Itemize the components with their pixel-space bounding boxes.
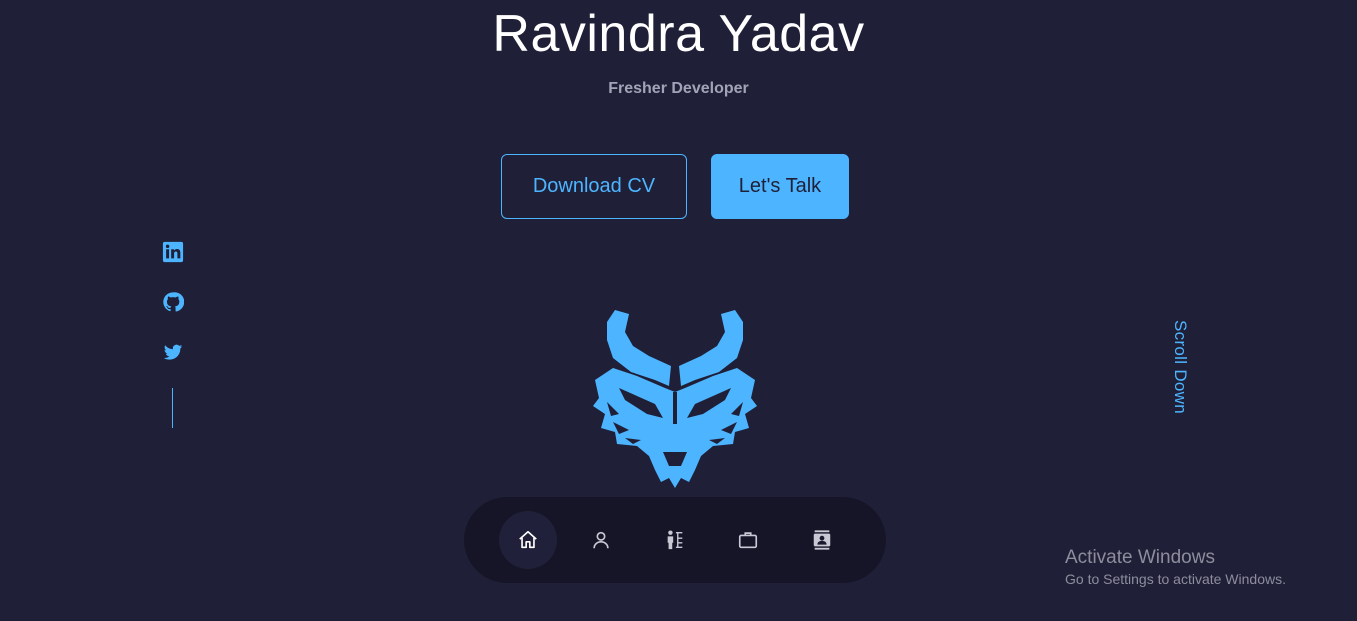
bottom-nav [464, 497, 886, 583]
briefcase-icon [738, 532, 758, 549]
contact-icon [813, 530, 831, 550]
social-divider-line [172, 388, 173, 428]
skills-icon [667, 530, 683, 550]
twitter-icon[interactable] [162, 341, 184, 363]
activate-windows-watermark: Activate Windows Go to Settings to activ… [1065, 546, 1286, 588]
watermark-title: Activate Windows [1065, 547, 1215, 568]
download-cv-button[interactable]: Download CV [501, 154, 687, 219]
nav-experience[interactable] [719, 511, 777, 569]
social-links [162, 241, 184, 391]
hero-name: Ravindra Yadav [492, 5, 865, 63]
portfolio-hero: Ravindra Yadav Fresher Developer Downloa… [0, 0, 1357, 621]
linkedin-icon[interactable] [162, 241, 184, 263]
nav-skills[interactable] [646, 511, 704, 569]
wolf-head-icon [585, 306, 765, 492]
user-icon [593, 531, 609, 549]
scroll-down-link[interactable]: Scroll Down [1170, 320, 1190, 414]
github-icon[interactable] [162, 291, 184, 313]
watermark-subtitle: Go to Settings to activate Windows. [1065, 571, 1286, 587]
hero-role: Fresher Developer [608, 80, 749, 97]
nav-about[interactable] [572, 511, 630, 569]
lets-talk-button[interactable]: Let's Talk [711, 154, 849, 219]
nav-contact[interactable] [793, 511, 851, 569]
home-icon [519, 530, 537, 549]
nav-home[interactable] [499, 511, 557, 569]
